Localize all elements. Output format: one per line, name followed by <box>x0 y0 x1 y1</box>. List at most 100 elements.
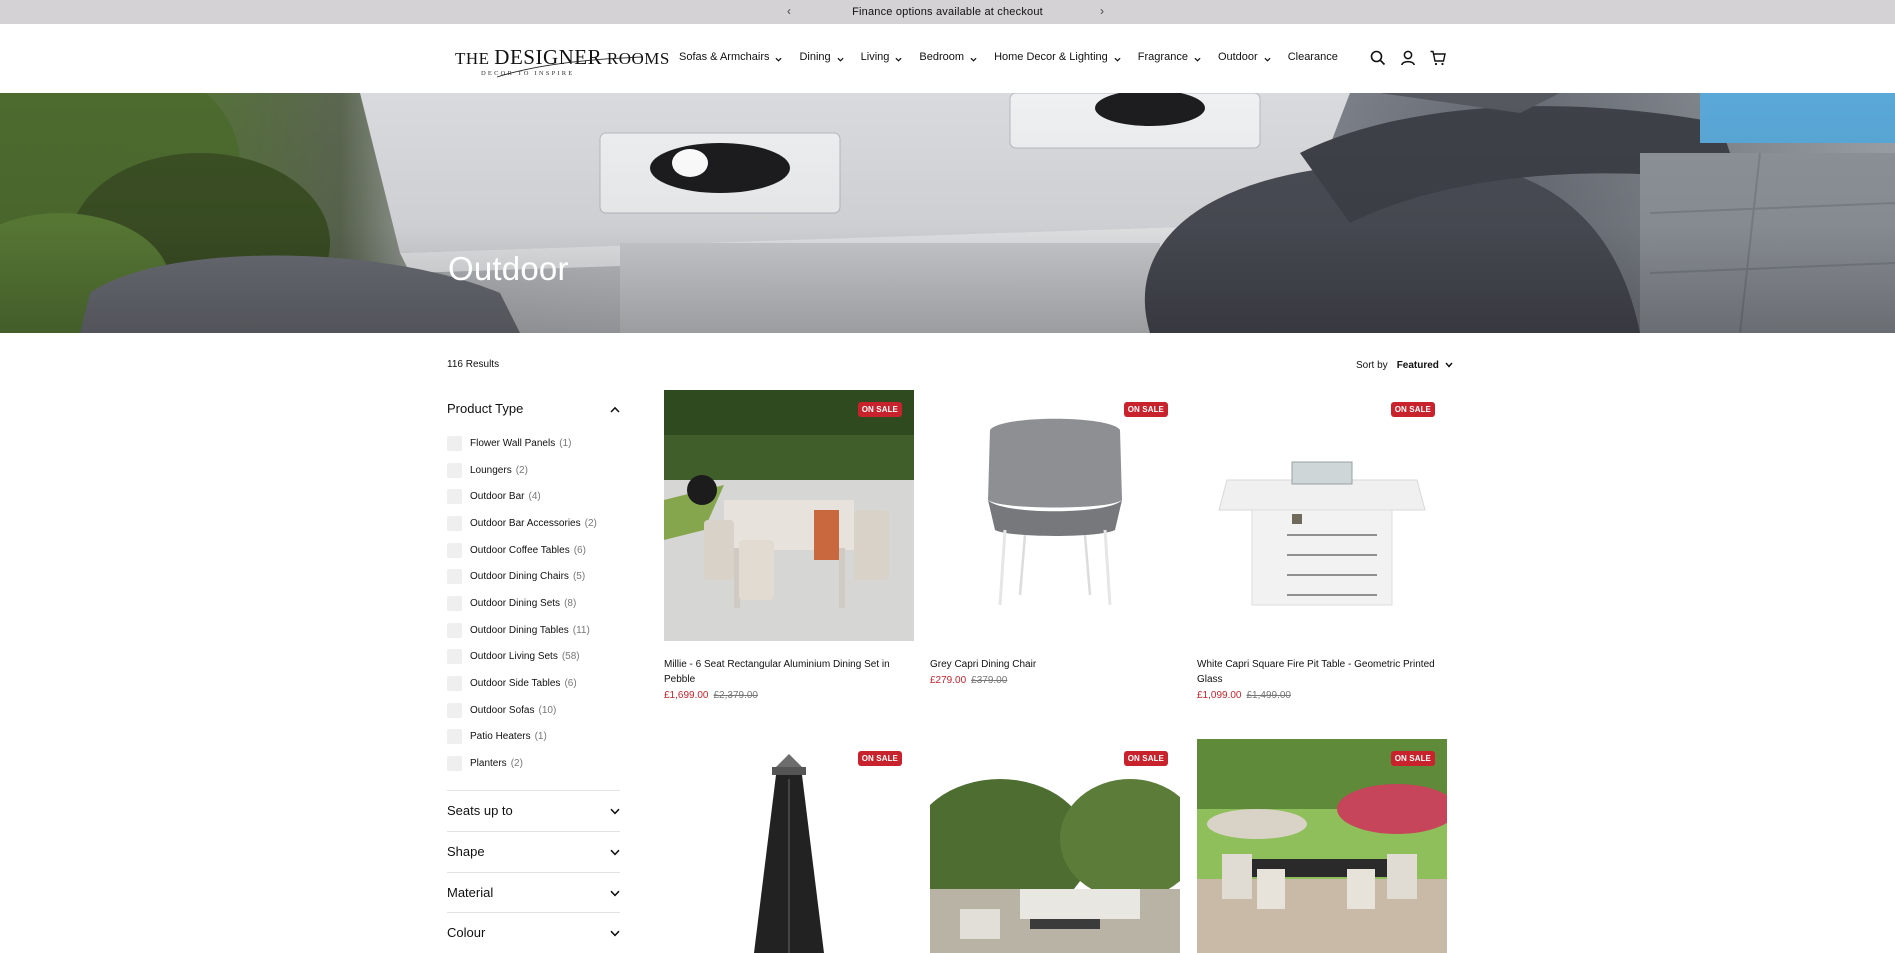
filter-option[interactable]: Patio Heaters (1) <box>447 724 620 751</box>
filter-checkbox[interactable] <box>447 702 462 718</box>
product-card[interactable]: ON SALE <box>664 739 914 953</box>
sale-price: £1,699.00 <box>664 690 709 701</box>
filter-checkbox[interactable] <box>447 649 462 665</box>
account-icon[interactable] <box>1400 50 1416 66</box>
sale-badge: ON SALE <box>1123 751 1168 766</box>
filter-option-count: (2) <box>515 464 528 476</box>
filter-option-label: Outdoor Dining Chairs <box>470 571 569 583</box>
product-card[interactable]: ON SALE White Capri Square Fire Pit Tabl… <box>1197 390 1447 701</box>
filter-option[interactable]: Outdoor Bar (4) <box>447 483 620 510</box>
nav-item-label: Bedroom <box>919 51 965 63</box>
sort-dropdown[interactable]: Sort by Featured <box>1356 360 1453 371</box>
header-icons <box>1370 50 1446 66</box>
filter-checkbox[interactable] <box>447 542 462 558</box>
results-count: 116 Results <box>447 359 500 370</box>
filter-option[interactable]: Flower Wall Panels (1) <box>447 430 620 457</box>
chevron-down-icon <box>610 844 620 859</box>
nav-item[interactable]: Fragrance <box>1138 51 1201 63</box>
filter-option-label: Outdoor Sofas <box>470 704 535 716</box>
product-image[interactable]: ON SALE <box>1197 390 1447 641</box>
original-price: £1,499.00 <box>1246 690 1292 701</box>
filter-checkbox[interactable] <box>447 435 462 451</box>
product-card[interactable]: ON SALE <box>1197 739 1447 953</box>
product-name[interactable]: Millie - 6 Seat Rectangular Aluminium Di… <box>664 657 914 687</box>
nav-item-label: Clearance <box>1287 51 1338 63</box>
filter-checkbox[interactable] <box>447 489 462 505</box>
filter-option-count: (6) <box>573 544 586 556</box>
filter-option[interactable]: Planters (2) <box>447 750 620 777</box>
filter-checkbox[interactable] <box>447 462 462 478</box>
product-card[interactable]: ON SALE <box>930 739 1180 953</box>
brand-logo[interactable]: THE DESIGNER ROOMS DECOR TO INSPIRE <box>455 45 669 81</box>
filter-checkbox[interactable] <box>447 729 462 745</box>
nav-item[interactable]: Sofas & Armchairs <box>679 51 783 63</box>
product-name[interactable]: Grey Capri Dining Chair <box>930 657 1180 672</box>
filter-checkbox[interactable] <box>447 515 462 531</box>
nav-item[interactable]: Home Decor & Lighting <box>994 51 1121 63</box>
chevron-down-icon <box>1194 54 1201 62</box>
filter-option-count: (2) <box>584 517 597 529</box>
nav-item-label: Outdoor <box>1217 51 1258 63</box>
product-name[interactable]: White Capri Square Fire Pit Table - Geom… <box>1197 657 1447 687</box>
filter-option-label: Flower Wall Panels <box>470 437 556 449</box>
product-image[interactable]: ON SALE <box>1197 739 1447 953</box>
chevron-down-icon <box>610 925 620 940</box>
product-image[interactable]: ON SALE <box>664 390 914 641</box>
filter-checkbox[interactable] <box>447 595 462 611</box>
product-image[interactable]: ON SALE <box>664 739 914 953</box>
nav-item-label: Dining <box>799 51 831 63</box>
filter-option-label: Outdoor Side Tables <box>470 678 561 690</box>
filter-checkbox[interactable] <box>447 622 462 638</box>
filter-option[interactable]: Outdoor Dining Tables (11) <box>447 617 620 644</box>
sale-badge: ON SALE <box>857 402 902 417</box>
sort-value: Featured <box>1396 360 1439 371</box>
nav-item-label: Home Decor & Lighting <box>994 51 1108 63</box>
filter-group-shape[interactable]: Shape <box>447 831 620 872</box>
filter-group-material[interactable]: Material <box>447 872 620 913</box>
filter-option-count: (1) <box>559 437 572 449</box>
filter-group-colour[interactable]: Colour <box>447 912 620 953</box>
sort-label: Sort by <box>1356 360 1388 371</box>
filter-option[interactable]: Outdoor Coffee Tables (6) <box>447 537 620 564</box>
filter-option[interactable]: Outdoor Dining Sets (8) <box>447 590 620 617</box>
announcement-bar: ‹ Finance options available at checkout … <box>0 0 1895 24</box>
nav-item[interactable]: Dining <box>799 51 844 63</box>
product-image[interactable]: ON SALE <box>930 390 1180 641</box>
filter-option-count: (6) <box>564 678 577 690</box>
cart-icon[interactable] <box>1430 50 1446 66</box>
nav-item[interactable]: Outdoor <box>1218 51 1271 63</box>
filter-option[interactable]: Outdoor Sofas (10) <box>447 697 620 724</box>
nav-item[interactable]: Living <box>861 51 903 63</box>
announcement-next-button[interactable]: › <box>1100 4 1104 18</box>
filter-option[interactable]: Outdoor Dining Chairs (5) <box>447 563 620 590</box>
product-image[interactable]: ON SALE <box>930 739 1180 953</box>
filter-option[interactable]: Outdoor Side Tables (6) <box>447 670 620 697</box>
original-price: £379.00 <box>971 675 1008 686</box>
filter-option-label: Outdoor Coffee Tables <box>470 544 570 556</box>
chevron-down-icon <box>610 803 620 818</box>
filter-option[interactable]: Outdoor Bar Accessories (2) <box>447 510 620 537</box>
nav-item-label: Sofas & Armchairs <box>679 51 770 63</box>
filter-checkbox[interactable] <box>447 676 462 692</box>
search-icon[interactable] <box>1370 50 1386 66</box>
logo-swoosh-icon <box>496 56 644 78</box>
filter-option-label: Outdoor Dining Sets <box>470 597 561 609</box>
filter-checkbox[interactable] <box>447 756 462 772</box>
product-card[interactable]: ON SALE Millie - 6 Seat Rectangular Alum… <box>664 390 914 701</box>
filter-option[interactable]: Loungers (2) <box>447 457 620 484</box>
chevron-down-icon <box>1445 360 1453 371</box>
filter-checkbox[interactable] <box>447 569 462 585</box>
nav-item[interactable]: Clearance <box>1288 51 1338 63</box>
filter-group-seats[interactable]: Seats up to <box>447 790 620 831</box>
filter-product-type-toggle[interactable]: Product Type <box>447 398 620 418</box>
nav-item[interactable]: Bedroom <box>919 51 977 63</box>
sale-price: £1,099.00 <box>1197 690 1242 701</box>
chevron-down-icon <box>970 54 977 62</box>
product-card[interactable]: ON SALE Grey Capri Dining Chair £279.00 £… <box>930 390 1180 686</box>
chevron-down-icon <box>837 54 844 62</box>
filter-option[interactable]: Outdoor Living Sets (58) <box>447 644 620 671</box>
filter-option-count: (8) <box>564 597 577 609</box>
sale-badge: ON SALE <box>1390 751 1435 766</box>
filter-title: Colour <box>447 925 486 940</box>
filter-option-count: (11) <box>572 624 590 636</box>
